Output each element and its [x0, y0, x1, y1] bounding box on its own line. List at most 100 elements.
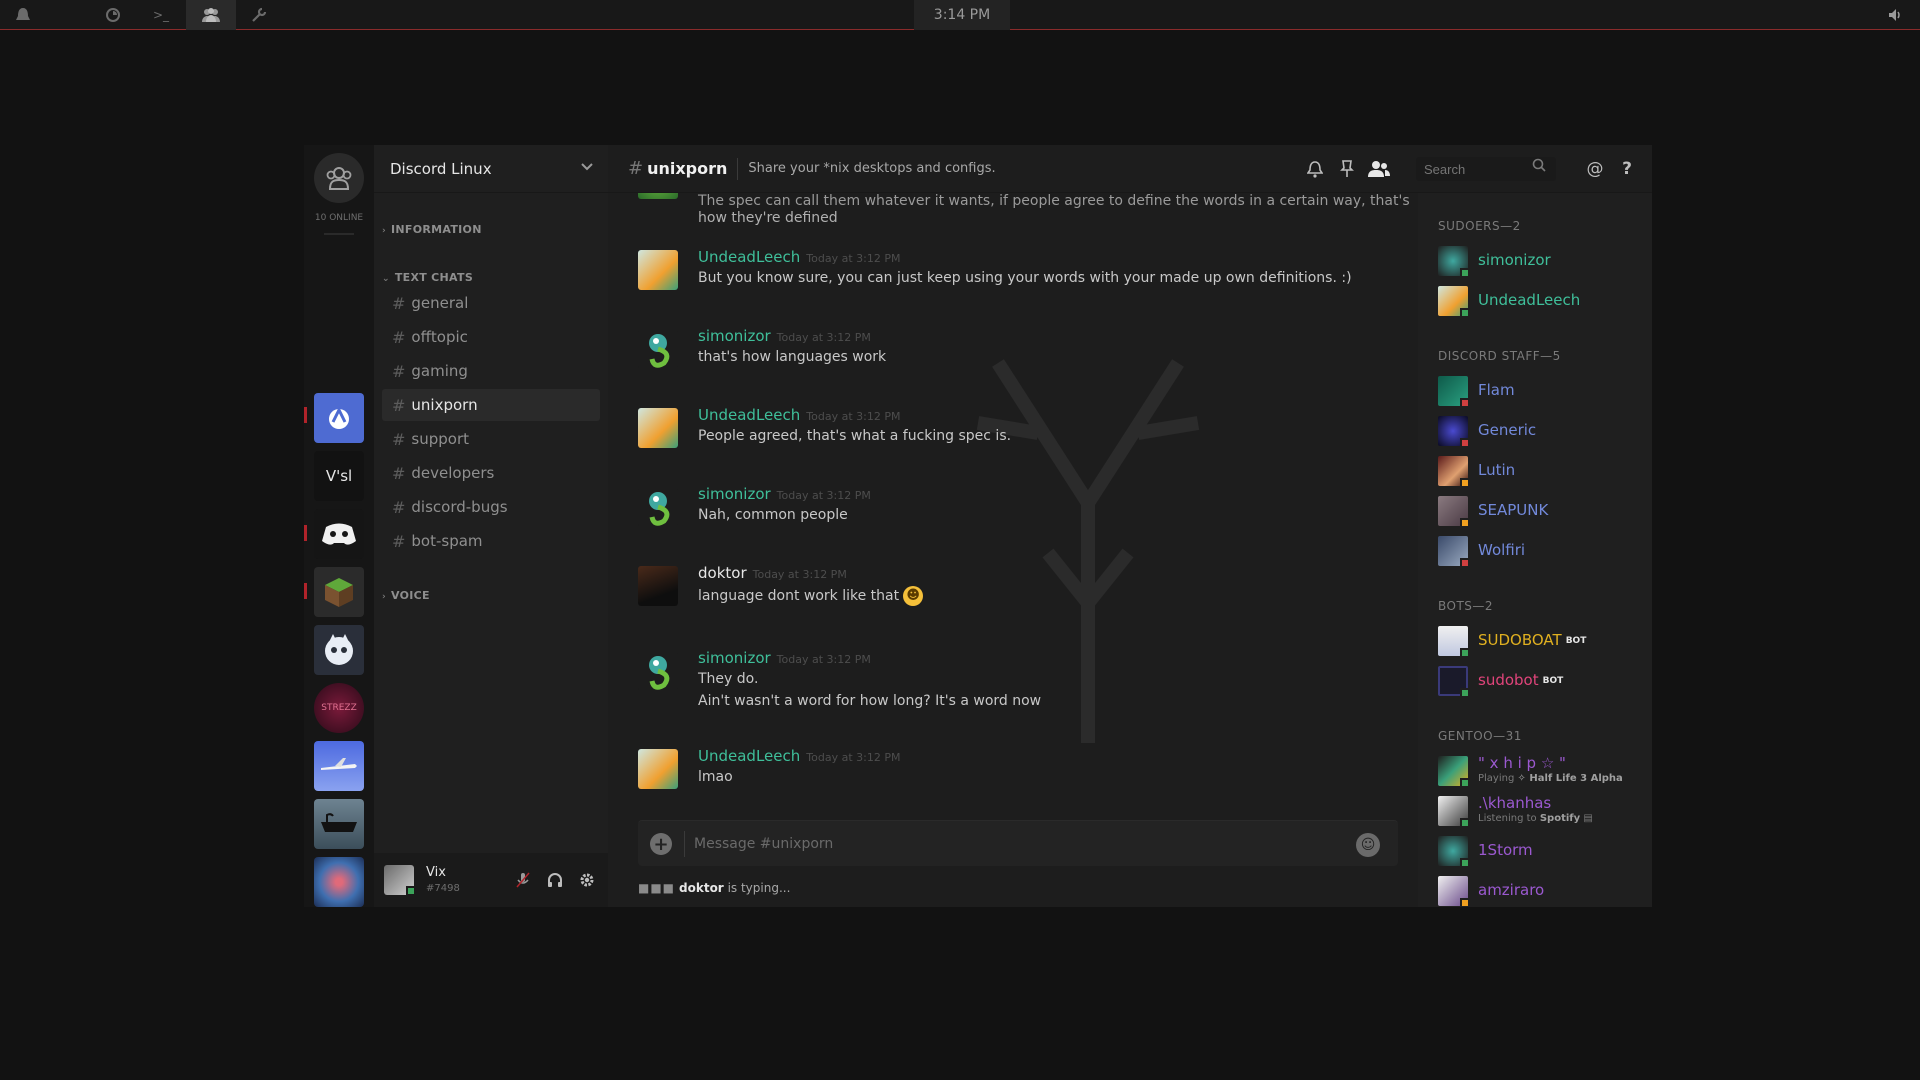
channel-discord-bugs[interactable]: # discord-bugs — [382, 491, 600, 523]
member-item[interactable]: simonizor — [1438, 243, 1648, 279]
guild-discord-linux[interactable] — [314, 393, 364, 443]
channel-offtopic[interactable]: # offtopic — [382, 321, 600, 353]
message-avatar[interactable] — [638, 749, 678, 789]
status-dnd-indicator — [1460, 398, 1470, 408]
deafen-button[interactable] — [544, 869, 566, 891]
channel-unixporn[interactable]: # unixporn — [382, 389, 600, 421]
guild-mascot[interactable] — [314, 625, 364, 675]
hash-icon: # — [392, 395, 406, 415]
message-input[interactable] — [694, 821, 1334, 867]
channel-gaming[interactable]: # gaming — [382, 355, 600, 387]
message-avatar[interactable] — [638, 487, 678, 527]
member-item[interactable]: " x h i p ☆ " Playing ✧ Half Life 3 Alph… — [1438, 753, 1648, 789]
member-item[interactable]: UndeadLeech — [1438, 283, 1648, 319]
firefox-icon[interactable] — [102, 4, 124, 26]
message-author[interactable]: UndeadLeech Today at 3:12 PM — [698, 406, 900, 424]
member-item[interactable]: Generic — [1438, 413, 1648, 449]
help-icon[interactable]: ? — [1616, 158, 1638, 180]
member-name: UndeadLeech — [1478, 291, 1581, 309]
server-header[interactable]: Discord Linux — [374, 145, 608, 193]
message-timestamp: Today at 3:12 PM — [806, 751, 901, 764]
terminal-icon[interactable]: >_ — [150, 4, 172, 26]
member-name: SUDOBOAT BOT — [1478, 631, 1587, 649]
status-dnd-indicator — [1460, 558, 1470, 568]
message-author[interactable]: simonizor Today at 3:12 PM — [698, 485, 871, 503]
chevron-down-icon[interactable] — [580, 159, 594, 177]
discord-icon[interactable] — [186, 0, 236, 30]
channel-bot-spam[interactable]: # bot-spam — [382, 525, 600, 557]
message: doktor Today at 3:12 PM language dont wor… — [638, 564, 1398, 624]
mute-button[interactable] — [512, 869, 534, 891]
message-list: The spec can call them whatever it wants… — [608, 193, 1418, 809]
status-dnd-indicator — [1460, 438, 1470, 448]
message-avatar[interactable] — [638, 250, 678, 290]
hash-icon: # — [392, 361, 406, 381]
message-author[interactable]: doktor Today at 3:12 PM — [698, 564, 847, 582]
status-online-indicator — [1460, 818, 1470, 828]
member-item[interactable]: Flam — [1438, 373, 1648, 409]
tools-icon[interactable] — [248, 4, 270, 26]
message-author[interactable]: simonizor Today at 3:12 PM — [698, 649, 871, 667]
volume-icon[interactable] — [1884, 4, 1906, 26]
top-panel: >_ 3:14 PM — [0, 0, 1920, 30]
member-category-bots: BOTS—2 — [1438, 599, 1494, 613]
app-menu-icon[interactable] — [12, 4, 34, 26]
member-item[interactable]: SEAPUNK — [1438, 493, 1648, 529]
unread-indicator — [304, 583, 307, 599]
guild-bath[interactable] — [314, 799, 364, 849]
member-name: Flam — [1478, 381, 1515, 399]
upload-plus-icon[interactable]: + — [650, 833, 672, 855]
guild-separator — [324, 233, 354, 235]
friends-home-button[interactable] — [314, 153, 364, 203]
bot-badge: BOT — [1565, 635, 1587, 646]
message: UndeadLeech Today at 3:12 PM lmao — [638, 747, 1398, 797]
guild-plane[interactable] — [314, 741, 364, 791]
member-name: .\khanhas — [1478, 794, 1552, 812]
member-item[interactable]: 1Storm — [1438, 833, 1648, 869]
header-divider — [737, 157, 739, 180]
clock[interactable]: 3:14 PM — [914, 0, 1010, 30]
chevron-down-icon: ⌄ — [382, 274, 390, 284]
member-item[interactable]: .\khanhas Listening to Spotify ▤ — [1438, 793, 1648, 829]
channel-support[interactable]: # support — [382, 423, 600, 455]
message-avatar[interactable] — [638, 566, 678, 606]
search-icon[interactable] — [1532, 158, 1546, 176]
message-avatar[interactable] — [638, 651, 678, 691]
pin-icon[interactable] — [1336, 158, 1358, 180]
message: UndeadLeech Today at 3:12 PM But you know… — [638, 248, 1398, 308]
member-item[interactable]: Wolfiri — [1438, 533, 1648, 569]
message-author[interactable]: UndeadLeech Today at 3:12 PM — [698, 248, 900, 266]
guild-minecraft[interactable] — [314, 567, 364, 617]
member-item[interactable]: amziraro — [1438, 873, 1648, 907]
message-author[interactable]: UndeadLeech Today at 3:12 PM — [698, 747, 900, 765]
message-avatar[interactable] — [638, 193, 678, 199]
category-information[interactable]: › INFORMATION — [382, 223, 482, 236]
member-item[interactable]: Lutin — [1438, 453, 1648, 489]
emoji-picker-icon[interactable]: ☺ — [1356, 833, 1380, 857]
settings-button[interactable] — [576, 869, 598, 891]
members-icon[interactable] — [1366, 158, 1392, 180]
channel-title: unixporn — [647, 159, 728, 178]
channel-general[interactable]: # general — [382, 287, 600, 319]
message-text: lmao — [698, 769, 733, 785]
message-timestamp: Today at 3:12 PM — [776, 653, 871, 666]
category-voice[interactable]: › VOICE — [382, 589, 430, 602]
guild-discord[interactable] — [314, 509, 364, 559]
mention-icon[interactable]: @ — [1584, 158, 1606, 180]
member-item[interactable]: SUDOBOAT BOT — [1438, 623, 1648, 659]
channel-developers[interactable]: # developers — [382, 457, 600, 489]
status-online-indicator — [1460, 778, 1470, 788]
member-activity: Listening to Spotify ▤ — [1478, 813, 1593, 824]
typing-indicator: ■■■ doktor is typing... — [638, 881, 791, 895]
status-idle-indicator — [1460, 478, 1470, 488]
message-avatar[interactable] — [638, 408, 678, 448]
category-text-chats[interactable]: ⌄ TEXT CHATS — [382, 271, 473, 284]
member-item[interactable]: sudobot BOT — [1438, 663, 1648, 699]
message-avatar[interactable] — [638, 329, 678, 369]
message-author[interactable]: simonizor Today at 3:12 PM — [698, 327, 871, 345]
guild-planet[interactable] — [314, 857, 364, 907]
guild-strezz[interactable]: STREZZ — [314, 683, 364, 733]
guild-vsl[interactable]: V'sl — [314, 451, 364, 501]
message: The spec can call them whatever it wants… — [638, 193, 1410, 226]
bell-icon[interactable] — [1304, 158, 1326, 180]
